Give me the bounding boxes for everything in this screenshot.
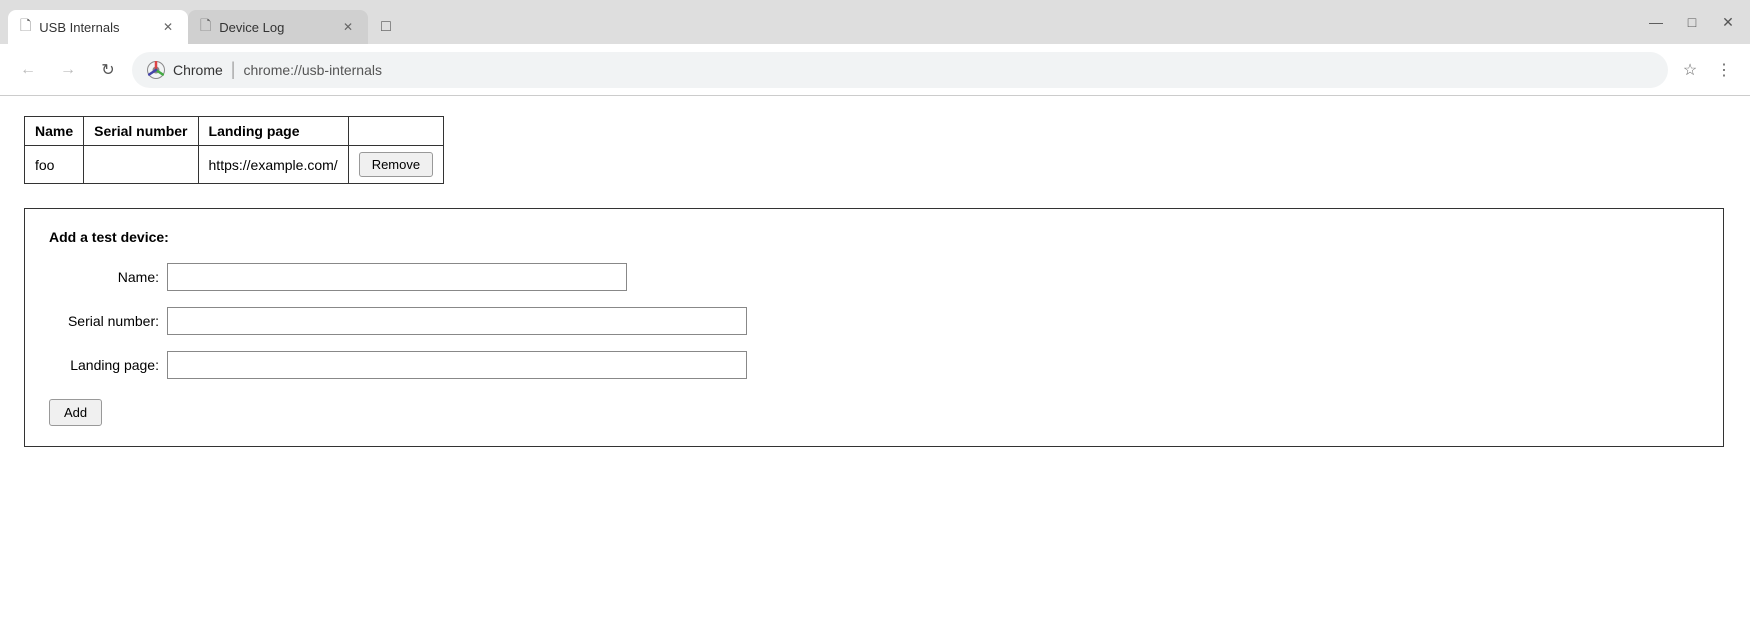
tab-strip: 🗋 USB Internals ✕ 🗋 Device Log ✕ □ [8, 5, 400, 39]
bookmark-icon: ☆ [1683, 60, 1697, 80]
col-header-serial: Serial number [84, 117, 198, 146]
page-content: Name Serial number Landing page foo http… [0, 96, 1750, 644]
forward-icon: → [60, 61, 76, 79]
window-controls: — □ ✕ [1642, 8, 1742, 36]
title-bar: 🗋 USB Internals ✕ 🗋 Device Log ✕ □ — □ ✕ [0, 0, 1750, 44]
landing-form-row: Landing page: [49, 351, 1699, 379]
tab-usb-label: USB Internals [39, 20, 152, 35]
device-table: Name Serial number Landing page foo http… [24, 116, 444, 184]
row-landing-cell: https://example.com/ [198, 146, 348, 184]
address-bar-actions: ☆ ⋮ [1676, 56, 1738, 84]
tab-device-log[interactable]: 🗋 Device Log ✕ [188, 10, 368, 44]
address-bar[interactable]: Chrome | chrome://usb-internals [132, 52, 1668, 88]
maximize-button[interactable]: □ [1678, 8, 1706, 36]
new-tab-button[interactable]: □ [372, 13, 400, 41]
row-serial-cell [84, 146, 198, 184]
minimize-button[interactable]: — [1642, 8, 1670, 36]
forward-button[interactable]: → [52, 54, 84, 86]
nav-bar: ← → ↻ Chrome | chrome://usb-internals ☆ … [0, 44, 1750, 96]
tab-usb-close-icon[interactable]: ✕ [160, 19, 176, 35]
serial-input[interactable] [167, 307, 747, 335]
menu-button[interactable]: ⋮ [1710, 56, 1738, 84]
name-label: Name: [49, 269, 159, 285]
chrome-logo-icon [147, 61, 165, 79]
row-name-cell: foo [25, 146, 84, 184]
tab-devicelog-close-icon[interactable]: ✕ [340, 19, 356, 35]
address-separator: | [231, 59, 236, 80]
tab-usb-internals[interactable]: 🗋 USB Internals ✕ [8, 10, 188, 44]
landing-label: Landing page: [49, 357, 159, 373]
close-button[interactable]: ✕ [1714, 8, 1742, 36]
col-header-name: Name [25, 117, 84, 146]
remove-button[interactable]: Remove [359, 152, 433, 177]
address-site-label: Chrome [173, 62, 223, 78]
back-icon: ← [20, 61, 36, 79]
close-icon: ✕ [1722, 14, 1734, 31]
minimize-icon: — [1649, 14, 1663, 30]
address-path-label: chrome://usb-internals [243, 62, 1653, 78]
new-tab-icon: □ [381, 18, 391, 36]
maximize-icon: □ [1688, 14, 1696, 30]
landing-input[interactable] [167, 351, 747, 379]
row-action-cell: Remove [348, 146, 443, 184]
back-button[interactable]: ← [12, 54, 44, 86]
col-header-action [348, 117, 443, 146]
menu-icon: ⋮ [1716, 60, 1732, 80]
reload-icon: ↻ [101, 60, 114, 80]
name-input[interactable] [167, 263, 627, 291]
bookmark-button[interactable]: ☆ [1676, 56, 1704, 84]
tab-devicelog-label: Device Log [219, 20, 332, 35]
serial-label: Serial number: [49, 313, 159, 329]
serial-form-row: Serial number: [49, 307, 1699, 335]
col-header-landing: Landing page [198, 117, 348, 146]
name-form-row: Name: [49, 263, 1699, 291]
add-button[interactable]: Add [49, 399, 102, 426]
table-row: foo https://example.com/ Remove [25, 146, 444, 184]
add-device-title: Add a test device: [49, 229, 1699, 245]
reload-button[interactable]: ↻ [92, 54, 124, 86]
tab-page-icon2: 🗋 [200, 15, 211, 39]
tab-page-icon: 🗋 [20, 15, 31, 39]
add-device-box: Add a test device: Name: Serial number: … [24, 208, 1724, 447]
